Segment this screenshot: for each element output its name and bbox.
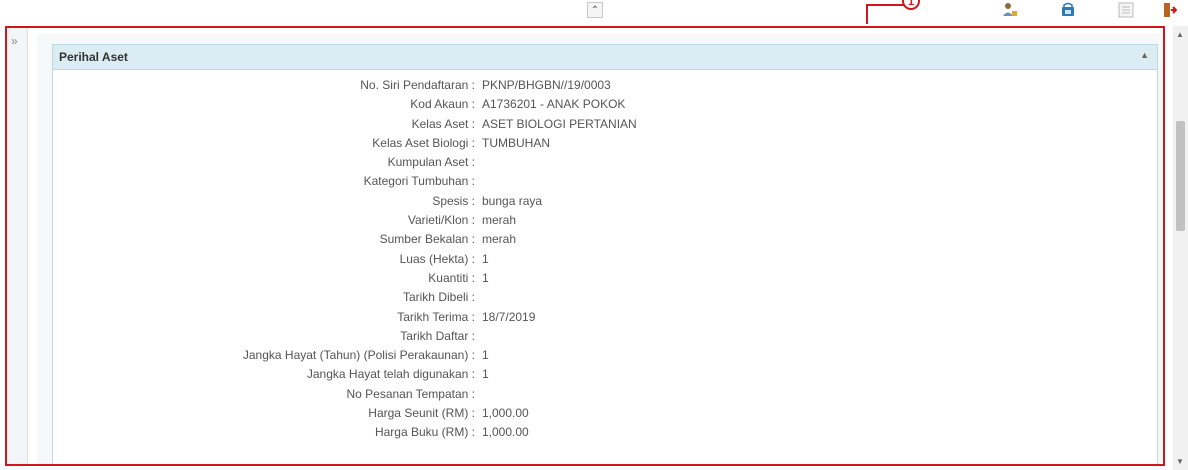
field-row: Tarikh Daftar : xyxy=(53,329,1157,348)
exit-icon[interactable] xyxy=(1163,2,1177,18)
field-row: No. Siri Pendaftaran : PKNP/BHGBN//19/000… xyxy=(53,78,1157,97)
field-value: 1 xyxy=(482,367,489,382)
perihal-aset-panel: Perihal Aset ▲ No. Siri Pendaftaran : PKN… xyxy=(52,44,1158,464)
collapse-header-button[interactable]: ⌃ xyxy=(587,2,603,18)
field-label: Kategori Tumbuhan : xyxy=(363,174,475,189)
field-value: TUMBUHAN xyxy=(482,135,550,150)
field-value: 1,000.00 xyxy=(482,425,529,440)
field-value: merah xyxy=(482,213,517,228)
field-label: Tarikh Daftar : xyxy=(400,328,475,343)
callout-badge: 1 xyxy=(902,0,920,10)
field-row: Sumber Bekalan : merah xyxy=(53,232,1157,251)
callout-line xyxy=(866,4,904,6)
field-label: Varieti/Klon : xyxy=(407,213,475,228)
field-value: 18/7/2019 xyxy=(482,309,536,324)
field-label: Jangka Hayat (Tahun) (Polisi Perakaunan)… xyxy=(242,348,475,363)
field-value: ASET BIOLOGI PERTANIAN xyxy=(482,116,637,131)
user-tool-icon[interactable] xyxy=(1002,2,1018,18)
field-label: Kuantiti : xyxy=(428,270,475,285)
field-row: Harga Seunit (RM) : 1,000.00 xyxy=(53,406,1157,425)
field-label: Harga Seunit (RM) : xyxy=(368,406,475,421)
field-row: Kod Akaun : A1736201 - ANAK POKOK xyxy=(53,97,1157,116)
field-row: Kelas Aset : ASET BIOLOGI PERTANIAN xyxy=(53,117,1157,136)
field-value: 1 xyxy=(482,270,489,285)
expand-sidebar-icon[interactable]: » xyxy=(11,34,18,48)
content-area: Perihal Aset ▲ No. Siri Pendaftaran : PKN… xyxy=(37,34,1163,464)
panel-title: Perihal Aset xyxy=(59,50,128,64)
field-label: Harga Buku (RM) : xyxy=(374,425,475,440)
scrollbar-thumb[interactable] xyxy=(1176,121,1185,231)
field-row: Varieti/Klon : merah xyxy=(53,213,1157,232)
field-row: Kumpulan Aset : xyxy=(53,155,1157,174)
page-scrollbar[interactable]: ▲ ▼ xyxy=(1173,26,1188,470)
field-label: Jangka Hayat telah digunakan : xyxy=(306,367,475,382)
callout-line xyxy=(866,4,868,24)
field-label: No Pesanan Tempatan : xyxy=(346,386,475,401)
field-row: Kategori Tumbuhan : xyxy=(53,174,1157,193)
field-row: Spesis : bunga raya xyxy=(53,194,1157,213)
field-row: Tarikh Terima : 18/7/2019 xyxy=(53,310,1157,329)
field-row: Jangka Hayat (Tahun) (Polisi Perakaunan)… xyxy=(53,348,1157,367)
panel-header[interactable]: Perihal Aset ▲ xyxy=(53,45,1157,70)
scroll-down-icon[interactable]: ▼ xyxy=(1176,457,1184,466)
field-label: Sumber Bekalan : xyxy=(379,232,475,247)
field-row: Kuantiti : 1 xyxy=(53,271,1157,290)
field-label: Tarikh Dibeli : xyxy=(402,290,475,305)
field-value: PKNP/BHGBN//19/0003 xyxy=(482,78,611,92)
field-row: No Pesanan Tempatan : xyxy=(53,387,1157,406)
field-value: A1736201 - ANAK POKOK xyxy=(482,97,626,112)
field-value: merah xyxy=(482,232,517,247)
field-value: 1,000.00 xyxy=(482,406,529,421)
field-label: Spesis : xyxy=(432,193,475,208)
collapse-panel-icon[interactable]: ▲ xyxy=(1140,50,1149,60)
field-label: Tarikh Terima : xyxy=(397,309,475,324)
field-label: Kod Akaun : xyxy=(410,97,475,112)
scroll-up-icon[interactable]: ▲ xyxy=(1176,30,1184,39)
field-value: bunga raya xyxy=(482,193,543,208)
field-list: No. Siri Pendaftaran : PKNP/BHGBN//19/000… xyxy=(53,78,1157,445)
field-value: 1 xyxy=(482,251,489,266)
field-label: Kelas Aset : xyxy=(411,116,475,131)
field-label: No. Siri Pendaftaran : xyxy=(360,78,475,92)
field-row: Jangka Hayat telah digunakan : 1 xyxy=(53,367,1157,386)
field-label: Luas (Hekta) : xyxy=(399,251,475,266)
field-label: Kelas Aset Biologi : xyxy=(372,135,475,150)
field-row: Luas (Hekta) : 1 xyxy=(53,252,1157,271)
field-row: Kelas Aset Biologi : TUMBUHAN xyxy=(53,136,1157,155)
list-icon[interactable] xyxy=(1118,2,1134,18)
top-toolbar: ⌃ 1 xyxy=(0,0,1188,26)
field-label: Kumpulan Aset : xyxy=(387,155,475,170)
field-row: Tarikh Dibeli : xyxy=(53,290,1157,309)
save-icon[interactable] xyxy=(1060,2,1076,18)
highlighted-content-frame: » Perihal Aset ▲ No. Siri Pendaftaran :P… xyxy=(5,26,1165,466)
field-row: Harga Buku (RM) : 1,000.00 xyxy=(53,425,1157,444)
field-value: 1 xyxy=(482,348,489,363)
